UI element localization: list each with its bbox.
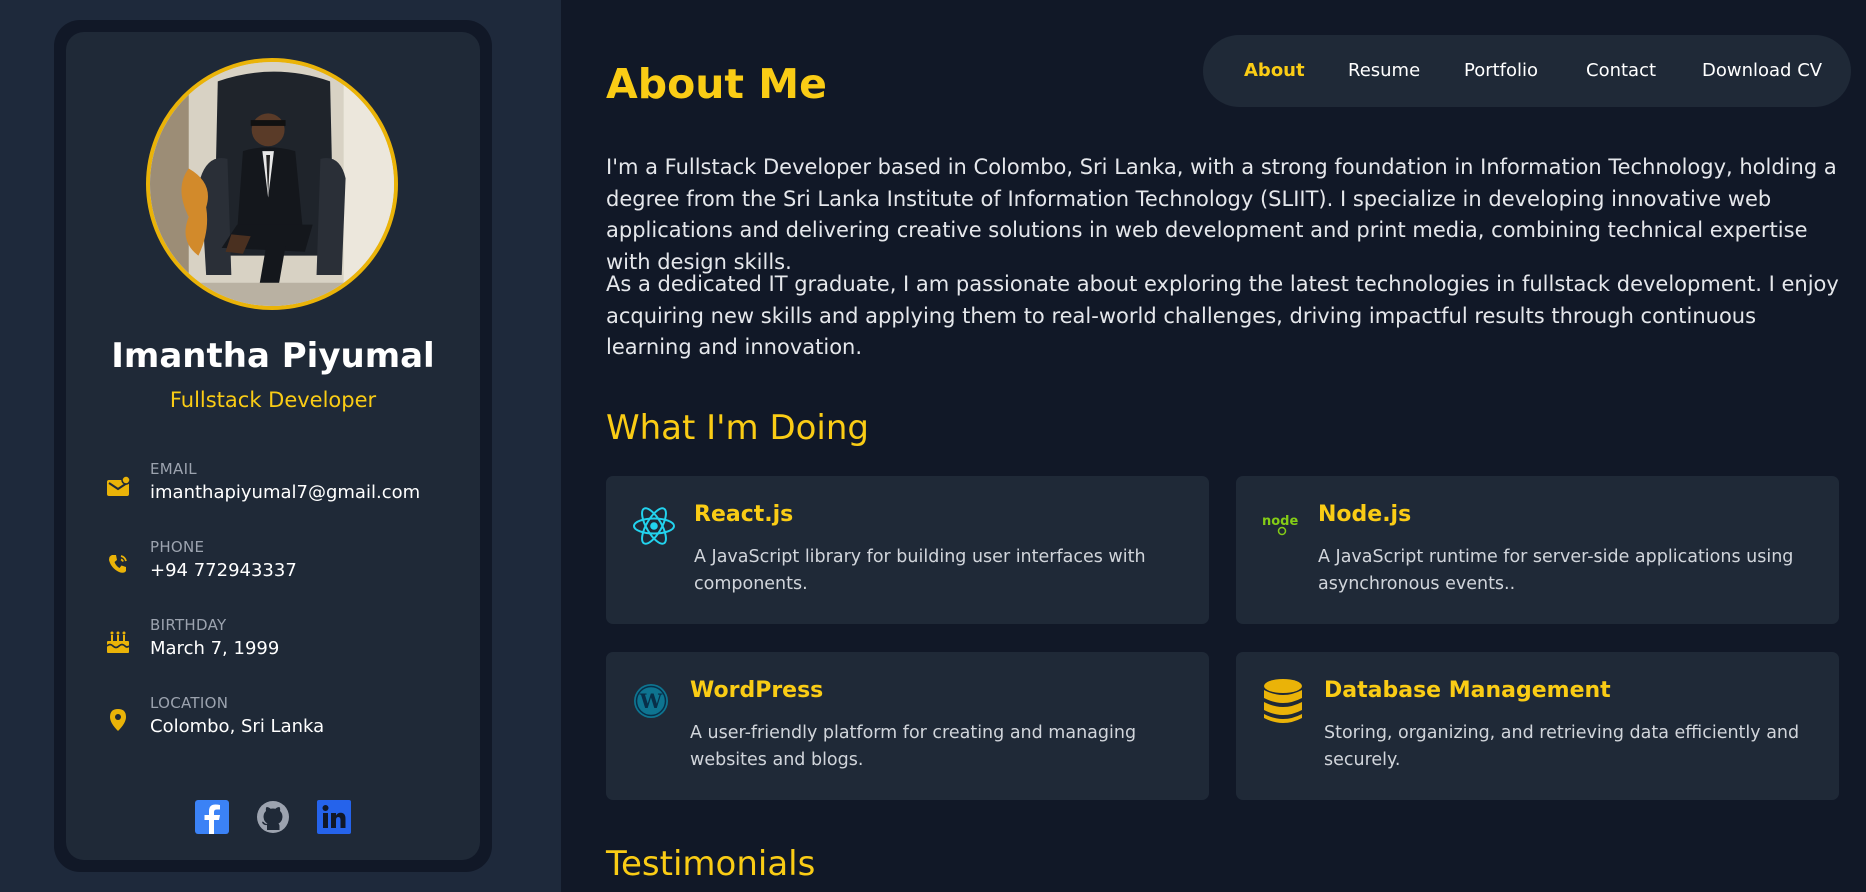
contact-value: March 7, 1999 — [150, 638, 280, 659]
bio-paragraph: I'm a Fullstack Developer based in Colom… — [606, 155, 1837, 274]
phone-link[interactable]: +94 772943337 — [150, 560, 297, 581]
avatar — [146, 58, 398, 310]
service-title: React.js — [694, 502, 794, 527]
contact-label: LOCATION — [150, 694, 229, 712]
section-title-doing: What I'm Doing — [606, 408, 870, 448]
nodejs-icon: node — [1262, 510, 1302, 538]
svg-text:node: node — [1262, 514, 1298, 529]
contact-email: EMAIL imanthapiyumal7@gmail.com — [104, 460, 464, 512]
react-icon — [632, 504, 676, 548]
linkedin-icon[interactable] — [315, 798, 353, 836]
github-icon[interactable] — [254, 798, 292, 836]
contact-label: BIRTHDAY — [150, 616, 227, 634]
nav-contact[interactable]: Contact — [1586, 35, 1656, 107]
service-card-wordpress: W WordPress A user-friendly platform for… — [606, 652, 1209, 800]
contact-location: LOCATION Colombo, Sri Lanka — [104, 694, 464, 746]
contact-phone: PHONE +94 772943337 — [104, 538, 464, 590]
section-title-testimonials: Testimonials — [606, 844, 816, 884]
service-card-database: Database Management Storing, organizing,… — [1236, 652, 1839, 800]
service-description: Storing, organizing, and retrieving data… — [1324, 723, 1800, 770]
service-title: Node.js — [1318, 502, 1412, 527]
phone-icon — [104, 550, 132, 578]
bio-paragraph: As a dedicated IT graduate, I am passion… — [606, 272, 1839, 359]
service-title: WordPress — [690, 678, 824, 703]
top-nav: About Resume Portfolio Contact Download … — [1203, 35, 1851, 107]
profile-name: Imantha Piyumal — [111, 336, 435, 376]
page-title: About Me — [606, 60, 827, 108]
contact-label: PHONE — [150, 538, 205, 556]
portfolio-page: Imantha Piyumal Fullstack Developer EMAI… — [0, 0, 1866, 892]
service-card-react: React.js A JavaScript library for buildi… — [606, 476, 1209, 624]
contact-label: EMAIL — [150, 460, 197, 478]
svg-text:W: W — [639, 689, 663, 713]
profile-role: Fullstack Developer — [169, 388, 377, 412]
nav-download-cv[interactable]: Download CV — [1702, 35, 1822, 107]
nav-resume[interactable]: Resume — [1348, 35, 1420, 107]
service-description: A user-friendly platform for creating an… — [690, 723, 1137, 770]
facebook-icon[interactable] — [193, 798, 231, 836]
service-card-nodejs: node Node.js A JavaScript runtime for se… — [1236, 476, 1839, 624]
wordpress-icon: W — [632, 682, 670, 720]
nav-portfolio[interactable]: Portfolio — [1464, 35, 1538, 107]
email-link[interactable]: imanthapiyumal7@gmail.com — [150, 482, 420, 503]
service-description: A JavaScript runtime for server-side app… — [1318, 547, 1794, 594]
email-icon — [104, 472, 132, 500]
birthday-cake-icon — [104, 628, 132, 656]
location-pin-icon — [104, 706, 132, 734]
service-title: Database Management — [1324, 678, 1611, 703]
database-icon — [1262, 678, 1304, 726]
nav-about[interactable]: About — [1244, 35, 1305, 107]
service-description: A JavaScript library for building user i… — [694, 547, 1146, 594]
profile-photo-icon — [150, 62, 394, 306]
contact-value: Colombo, Sri Lanka — [150, 716, 325, 737]
contact-birthday: BIRTHDAY March 7, 1999 — [104, 616, 464, 668]
